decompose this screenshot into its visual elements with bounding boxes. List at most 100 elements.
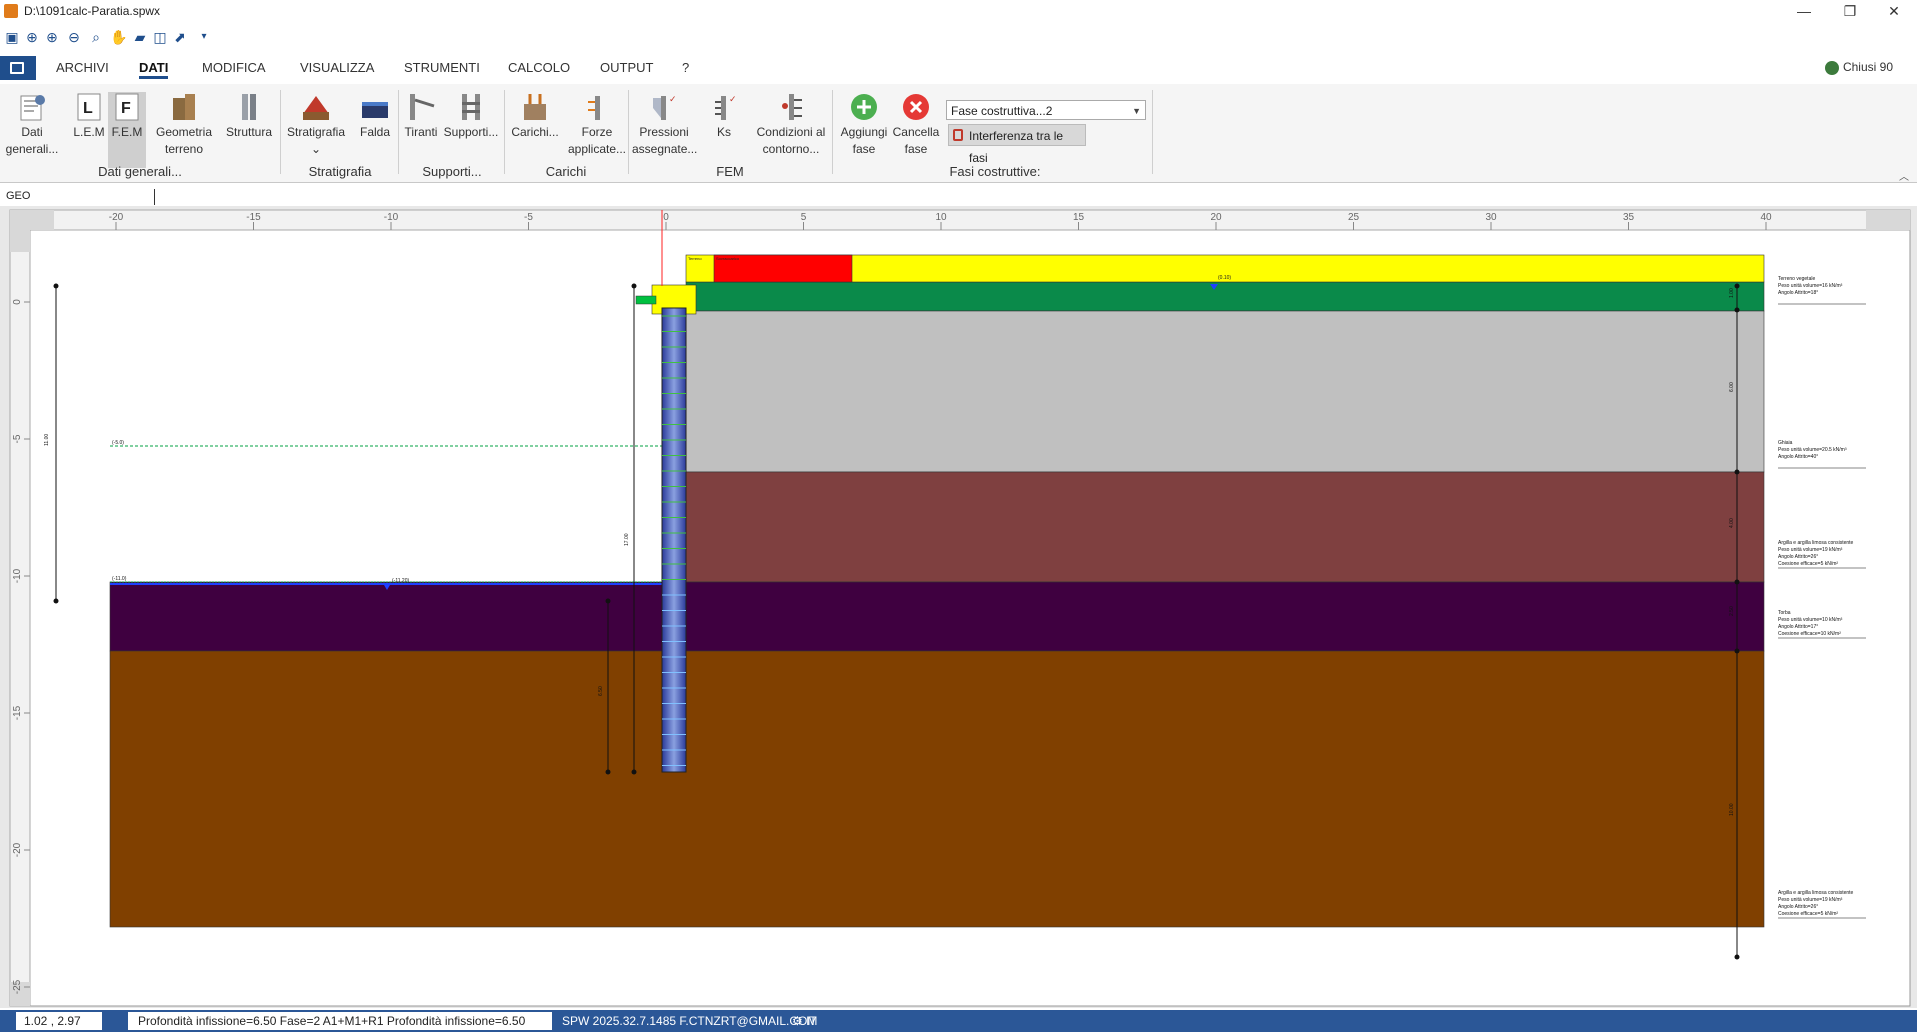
ribbon-label: Aggiungi: [840, 125, 888, 139]
zoom-out-icon[interactable]: ⊖: [66, 29, 82, 45]
layer-note-line: Peso unità volume=20.5 kN/m³: [1778, 447, 1847, 453]
layer-note-line: Argilla e argilla limosa consistente: [1778, 540, 1854, 546]
geometria-terreno-button[interactable]: Geometria terreno: [152, 92, 216, 158]
phase-select[interactable]: Fase costruttiva...2 ▼: [946, 100, 1146, 120]
svg-text:L: L: [83, 100, 93, 117]
tab-calcolo[interactable]: CALCOLO: [508, 60, 570, 75]
group-label-carichi: Carichi: [545, 164, 587, 179]
tab-dati[interactable]: DATI: [139, 60, 169, 79]
user-account[interactable]: Chiusi 90: [1824, 60, 1893, 75]
dati-generali-button[interactable]: Dati generali...: [4, 92, 60, 158]
cursor-coordinates: 1.02 , 2.97: [16, 1012, 102, 1030]
pressioni-assegnate-button[interactable]: ✓ Pressioni assegnate...: [632, 92, 697, 158]
close-button[interactable]: ✕: [1871, 0, 1917, 22]
falda-button[interactable]: Falda: [354, 92, 396, 141]
tab-help[interactable]: ?: [682, 60, 689, 75]
stratigrafia-button[interactable]: Stratigrafia ⌄: [284, 92, 348, 158]
ribbon-label: terreno: [164, 142, 204, 156]
ribbon-label: Ks: [716, 125, 731, 139]
group-separator: [628, 90, 629, 174]
right-dim-1: 1.00: [1729, 288, 1735, 298]
layer-note-line: Coesione efficace=10 kN/m²: [1778, 631, 1841, 637]
ruler-tick-label: 40: [1760, 212, 1772, 223]
cancella-fase-button[interactable]: Cancella fase: [890, 92, 942, 158]
ruler-tick-label: -10: [384, 212, 399, 223]
tab-strumenti[interactable]: STRUMENTI: [404, 60, 480, 75]
svg-text:F: F: [121, 100, 131, 117]
lem-button[interactable]: L L.E.M: [72, 92, 106, 141]
layer-note-line: Peso unità volume=19 kN/m³: [1778, 547, 1843, 553]
ruler-tick-label: -5: [524, 212, 533, 223]
ruler-tick-label: 25: [1348, 212, 1360, 223]
layers-icon[interactable]: ◫: [152, 29, 168, 45]
ribbon-label: F.E.M: [111, 125, 143, 139]
zoom-in-icon[interactable]: ⊕: [44, 29, 60, 45]
file-button[interactable]: [0, 56, 36, 80]
chart-icon[interactable]: ⬈: [172, 29, 188, 45]
customize-dropdown-icon[interactable]: ▾: [196, 29, 212, 45]
save-icon[interactable]: ▣: [4, 29, 20, 45]
ruler-tick-label: -20: [109, 212, 124, 223]
ruler-tick-label: -15: [12, 705, 23, 720]
app-icon: [4, 4, 18, 18]
interference-icon: [953, 129, 963, 141]
menu-bar: ARCHIVI DATI MODIFICA VISUALIZZA STRUMEN…: [0, 56, 1917, 80]
condizioni-contorno-button[interactable]: Condizioni al contorno...: [752, 92, 830, 158]
ribbon-label: fase: [852, 142, 876, 156]
layer-note-line: Terreno vegetale: [1778, 276, 1815, 282]
zoom-window-icon[interactable]: ⌕: [88, 29, 104, 45]
excavation-bottom-label: (-11.0): [112, 576, 127, 582]
language-indicator[interactable]: ⚙ IT: [792, 1013, 817, 1029]
ruler-tick-label: 0: [663, 212, 669, 223]
aggiungi-fase-button[interactable]: Aggiungi fase: [836, 92, 892, 158]
phase-select-value: Fase costruttiva...2: [951, 104, 1053, 118]
title-bar: D:\1091calc-Paratia.spwx — ❐ ✕: [0, 0, 1917, 22]
ruler-tick-label: 35: [1623, 212, 1635, 223]
layer-note-line: Angolo Attrito=40°: [1778, 454, 1818, 460]
carichi-button[interactable]: Carichi...: [508, 92, 562, 141]
forze-applicate-button[interactable]: Forze applicate...: [566, 92, 628, 158]
ribbon-label: fase: [904, 142, 928, 156]
fem-button[interactable]: F F.E.M: [108, 92, 146, 168]
layer-argilla-bottom: [109, 650, 1765, 928]
ruler-tick-label: -10: [12, 568, 23, 583]
view-icon[interactable]: ▰: [132, 29, 148, 45]
ruler-tick-label: 30: [1485, 212, 1497, 223]
general-data-icon: [17, 92, 47, 122]
add-phase-icon: [849, 92, 879, 122]
tab-visualizza[interactable]: VISUALIZZA: [300, 60, 374, 75]
collapse-ribbon-icon[interactable]: ︿: [1899, 168, 1909, 183]
interference-button[interactable]: Interferenza tra le fasi: [948, 124, 1086, 165]
drawing-canvas[interactable]: -20 -15 -10 -5 0 5 10 15 20 25 30 35 40 0 -5 -10 -15 -20…: [0, 206, 1917, 1008]
ks-button[interactable]: ✓ Ks: [704, 92, 744, 141]
struttura-button[interactable]: Struttura: [222, 92, 276, 141]
layer-note-line: Argilla e argilla limosa consistente: [1778, 890, 1854, 896]
layer-note-line: Coesione efficace=5 kN/m²: [1778, 561, 1838, 567]
excavation-label: (-5.0): [112, 440, 124, 446]
group-separator: [504, 90, 505, 174]
chevron-down-icon: ▼: [1132, 106, 1141, 116]
right-dim-4: 2.50: [1729, 606, 1735, 616]
delete-phase-icon: [901, 92, 931, 122]
language-code: IT: [806, 1014, 817, 1028]
tab-archivi[interactable]: ARCHIVI: [56, 60, 109, 75]
ribbon-label: Supporti...: [443, 125, 499, 139]
ribbon-label: Geometria: [155, 125, 213, 139]
supporti-button[interactable]: Supporti...: [442, 92, 500, 141]
geo-tab[interactable]: GEO: [6, 190, 30, 202]
maximize-button[interactable]: ❐: [1827, 0, 1873, 22]
tiranti-button[interactable]: Tiranti: [402, 92, 440, 141]
minimize-button[interactable]: —: [1781, 0, 1827, 22]
pan-hand-icon[interactable]: ✋: [110, 29, 127, 45]
group-label-supporti: Supporti...: [422, 164, 482, 179]
tab-output[interactable]: OUTPUT: [600, 60, 653, 75]
svg-text:✓: ✓: [669, 94, 677, 104]
language-icon: ⚙: [792, 1014, 807, 1028]
status-info: Profondità infissione=6.50 Fase=2 A1+M1+…: [128, 1012, 552, 1030]
zoom-all-icon[interactable]: ⊕: [24, 29, 40, 45]
tab-modifica[interactable]: MODIFICA: [202, 60, 266, 75]
pressures-icon: ✓: [649, 92, 679, 122]
group-separator: [832, 90, 833, 174]
ruler-tick-label: 10: [935, 212, 947, 223]
ruler-tick-label: 20: [1210, 212, 1222, 223]
